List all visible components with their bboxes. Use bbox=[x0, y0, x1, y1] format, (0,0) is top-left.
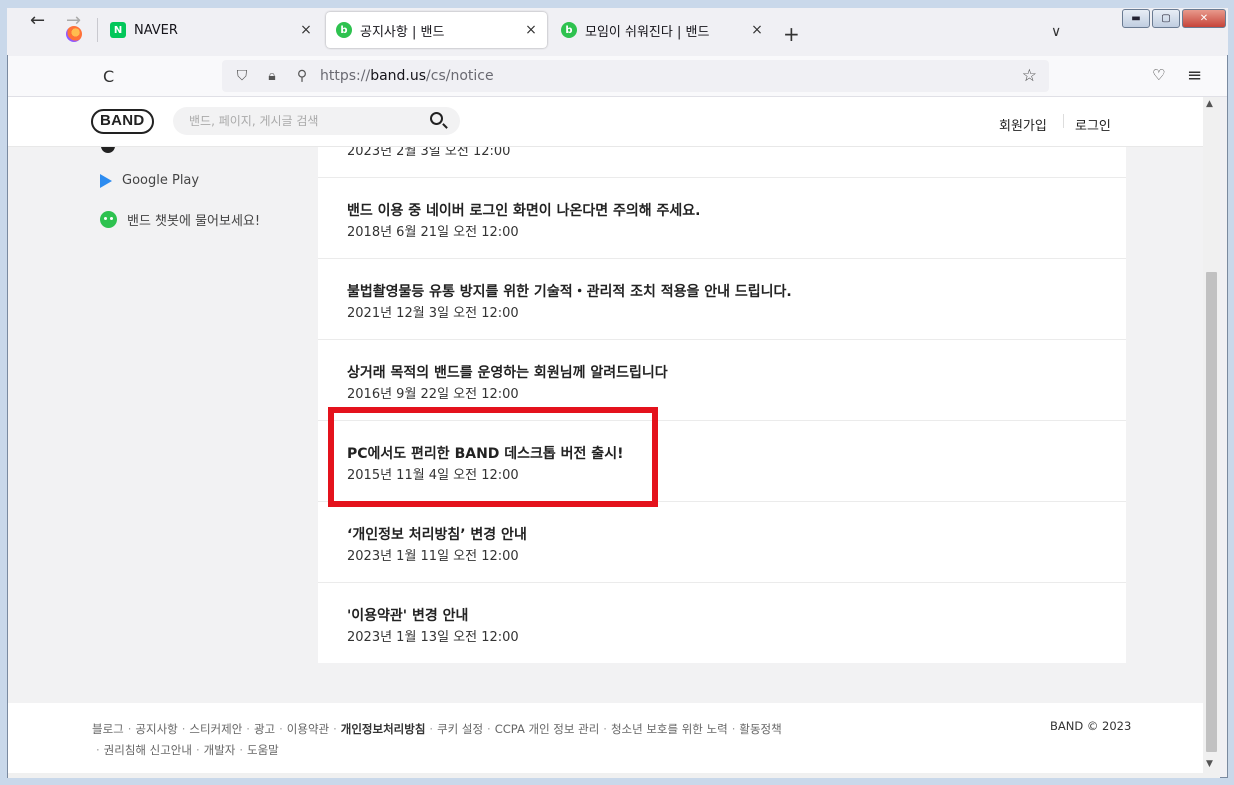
notice-item[interactable]: '이용약관' 변경 안내 2023년 1월 13일 오전 12:00 bbox=[318, 583, 1126, 664]
footer-separator: · bbox=[195, 743, 200, 757]
google-play-icon bbox=[100, 173, 112, 188]
footer-separator: · bbox=[181, 722, 186, 736]
tab-naver[interactable]: N NAVER × bbox=[100, 12, 322, 48]
footer-separator: · bbox=[239, 743, 244, 757]
page-viewport: BAND 회원가입 로그인 Google Play 밴드 챗봇에 물어보세요! … bbox=[8, 97, 1203, 773]
shield-icon[interactable]: ⛉ bbox=[232, 68, 252, 84]
bookmark-star-icon[interactable]: ☆ bbox=[1022, 66, 1037, 86]
notice-title[interactable]: '이용약관' 변경 안내 bbox=[347, 605, 468, 625]
header-divider bbox=[1063, 114, 1064, 128]
reload-icon[interactable]: C bbox=[103, 67, 114, 86]
footer-links: 블로그 · 공지사항 · 스티커제안 · 광고 · 이용약관 · 개인정보처리방침 · 쿠키 설정 · CC… bbox=[92, 719, 912, 761]
back-icon[interactable]: ← bbox=[30, 10, 45, 31]
footer-link-blog[interactable]: 블로그 bbox=[92, 722, 124, 736]
footer-separator: · bbox=[603, 722, 607, 736]
footer-link-terms[interactable]: 이용약관 bbox=[287, 722, 329, 736]
tab-title: 모임이 쉬워진다 | 밴드 bbox=[585, 24, 710, 40]
notice-title[interactable]: 불법촬영물등 유통 방지를 위한 기술적・관리적 조치 적용을 안내 드립니다. bbox=[347, 281, 792, 301]
footer-link-sticker[interactable]: 스티커제안 bbox=[189, 722, 242, 736]
tab-separator bbox=[97, 18, 98, 42]
url-scheme: https:// bbox=[320, 68, 371, 84]
notice-date: 2023년 1월 11일 오전 12:00 bbox=[347, 549, 519, 564]
highlight-annotation bbox=[328, 407, 658, 507]
scroll-down-icon[interactable]: ▼ bbox=[1206, 759, 1213, 769]
sidebar-item-label: 밴드 챗봇에 물어보세요! bbox=[127, 214, 261, 229]
lock-icon[interactable]: 🔒︎ bbox=[262, 68, 282, 84]
menu-icon[interactable]: ≡ bbox=[1187, 65, 1202, 86]
footer-link-ads[interactable]: 광고 bbox=[254, 722, 275, 736]
footer-link-privacy[interactable]: 개인정보처리방침 bbox=[341, 722, 426, 736]
scrollbar[interactable]: ▲ ▼ bbox=[1203, 97, 1220, 773]
tab-title: 공지사항 | 밴드 bbox=[360, 24, 445, 40]
footer-separator: · bbox=[279, 722, 283, 736]
sidebar-item-google-play[interactable]: Google Play bbox=[100, 173, 199, 188]
copyright: BAND © 2023 bbox=[1050, 719, 1132, 733]
scroll-thumb[interactable] bbox=[1206, 272, 1217, 752]
url-text[interactable]: https://band.us/cs/notice bbox=[320, 68, 494, 84]
footer-separator: · bbox=[731, 722, 736, 736]
band-header: BAND 회원가입 로그인 bbox=[8, 97, 1203, 147]
footer-separator: · bbox=[429, 722, 434, 736]
list-all-tabs-icon[interactable]: ∨ bbox=[1051, 24, 1061, 40]
maximize-icon[interactable]: ▢ bbox=[1152, 9, 1180, 28]
chatbot-icon bbox=[100, 211, 117, 228]
notice-date: 2023년 1월 13일 오전 12:00 bbox=[347, 630, 519, 645]
footer-link-help[interactable]: 도움말 bbox=[247, 743, 279, 757]
naver-favicon-icon: N bbox=[110, 22, 126, 38]
notice-title[interactable]: ‘개인정보 처리방침’ 변경 안내 bbox=[347, 524, 527, 544]
footer-separator: · bbox=[127, 722, 132, 736]
sidebar-item-label: Google Play bbox=[122, 173, 200, 188]
tab-band-home[interactable]: b 모임이 쉬워진다 | 밴드 × bbox=[551, 12, 773, 48]
forward-icon[interactable]: → bbox=[66, 10, 81, 31]
footer-link-policy[interactable]: 활동정책 bbox=[739, 722, 781, 736]
tab-close-icon[interactable]: × bbox=[296, 22, 316, 38]
footer-link-ccpa[interactable]: CCPA 개인 정보 관리 bbox=[495, 722, 600, 736]
footer-link-rights[interactable]: 권리침해 신고안내 bbox=[104, 743, 192, 757]
footer-separator: · bbox=[96, 743, 100, 757]
band-favicon-icon: b bbox=[336, 22, 352, 38]
notice-date: 2018년 6월 21일 오전 12:00 bbox=[347, 225, 519, 240]
login-link[interactable]: 로그인 bbox=[1075, 115, 1111, 134]
notice-title[interactable]: 밴드 이용 중 네이버 로그인 화면이 나온다면 주의해 주세요. bbox=[347, 200, 700, 220]
footer: 블로그 · 공지사항 · 스티커제안 · 광고 · 이용약관 · 개인정보처리방침 · 쿠키 설정 · CC… bbox=[8, 703, 1203, 773]
browser-window: N NAVER × b 공지사항 | 밴드 × b 모임이 쉬워진다 | 밴드 … bbox=[0, 0, 1234, 785]
footer-separator: · bbox=[246, 722, 250, 736]
footer-link-notice[interactable]: 공지사항 bbox=[135, 722, 177, 736]
minimize-icon[interactable]: ▬ bbox=[1122, 9, 1150, 28]
signup-link[interactable]: 회원가입 bbox=[999, 115, 1047, 134]
notice-title[interactable]: 상거래 목적의 밴드를 운영하는 회원님께 알려드립니다 bbox=[347, 362, 668, 382]
band-favicon-icon: b bbox=[561, 22, 577, 38]
url-bar[interactable]: ⛉ 🔒︎ ⚲ https://band.us/cs/notice ☆ bbox=[222, 60, 1049, 92]
pocket-icon[interactable]: ♡ bbox=[1152, 66, 1165, 84]
window-controls: ▬ ▢ ✕ bbox=[1120, 9, 1226, 29]
footer-link-developer[interactable]: 개발자 bbox=[204, 743, 236, 757]
tab-close-icon[interactable]: × bbox=[747, 22, 767, 38]
close-window-icon[interactable]: ✕ bbox=[1182, 9, 1226, 28]
new-tab-button[interactable]: + bbox=[783, 22, 800, 46]
url-host: band.us bbox=[370, 68, 427, 84]
tab-title: NAVER bbox=[134, 22, 178, 38]
sidebar-item-chatbot[interactable]: 밴드 챗봇에 물어보세요! bbox=[100, 210, 260, 229]
scroll-up-icon[interactable]: ▲ bbox=[1206, 99, 1213, 109]
url-path: /cs/notice bbox=[426, 68, 494, 84]
notice-item[interactable]: 밴드 이용 중 네이버 로그인 화면이 나온다면 주의해 주세요. 2018년 … bbox=[318, 178, 1126, 259]
notice-date: 2016년 9월 22일 오전 12:00 bbox=[347, 387, 519, 402]
search-input[interactable] bbox=[173, 107, 460, 135]
tab-close-icon[interactable]: × bbox=[521, 22, 541, 38]
footer-separator: · bbox=[487, 722, 491, 736]
tab-band-notice[interactable]: b 공지사항 | 밴드 × bbox=[326, 12, 547, 48]
notice-item[interactable]: 불법촬영물등 유통 방지를 위한 기술적・관리적 조치 적용을 안내 드립니다.… bbox=[318, 259, 1126, 340]
notice-list: 2023년 2월 3일 오전 12:00 밴드 이용 중 네이버 로그인 화면이… bbox=[318, 97, 1126, 663]
footer-link-cookies[interactable]: 쿠키 설정 bbox=[437, 722, 483, 736]
window-bottom-edge bbox=[8, 773, 1220, 778]
notice-item[interactable]: ‘개인정보 처리방침’ 변경 안내 2023년 1월 11일 오전 12:00 bbox=[318, 502, 1126, 583]
band-logo[interactable]: BAND bbox=[91, 109, 154, 134]
permissions-icon[interactable]: ⚲ bbox=[292, 68, 312, 84]
footer-link-youth[interactable]: 청소년 보호를 위한 노력 bbox=[611, 722, 728, 736]
notice-date: 2021년 12월 3일 오전 12:00 bbox=[347, 306, 519, 321]
footer-separator: · bbox=[333, 722, 337, 736]
search-icon[interactable] bbox=[430, 112, 443, 125]
